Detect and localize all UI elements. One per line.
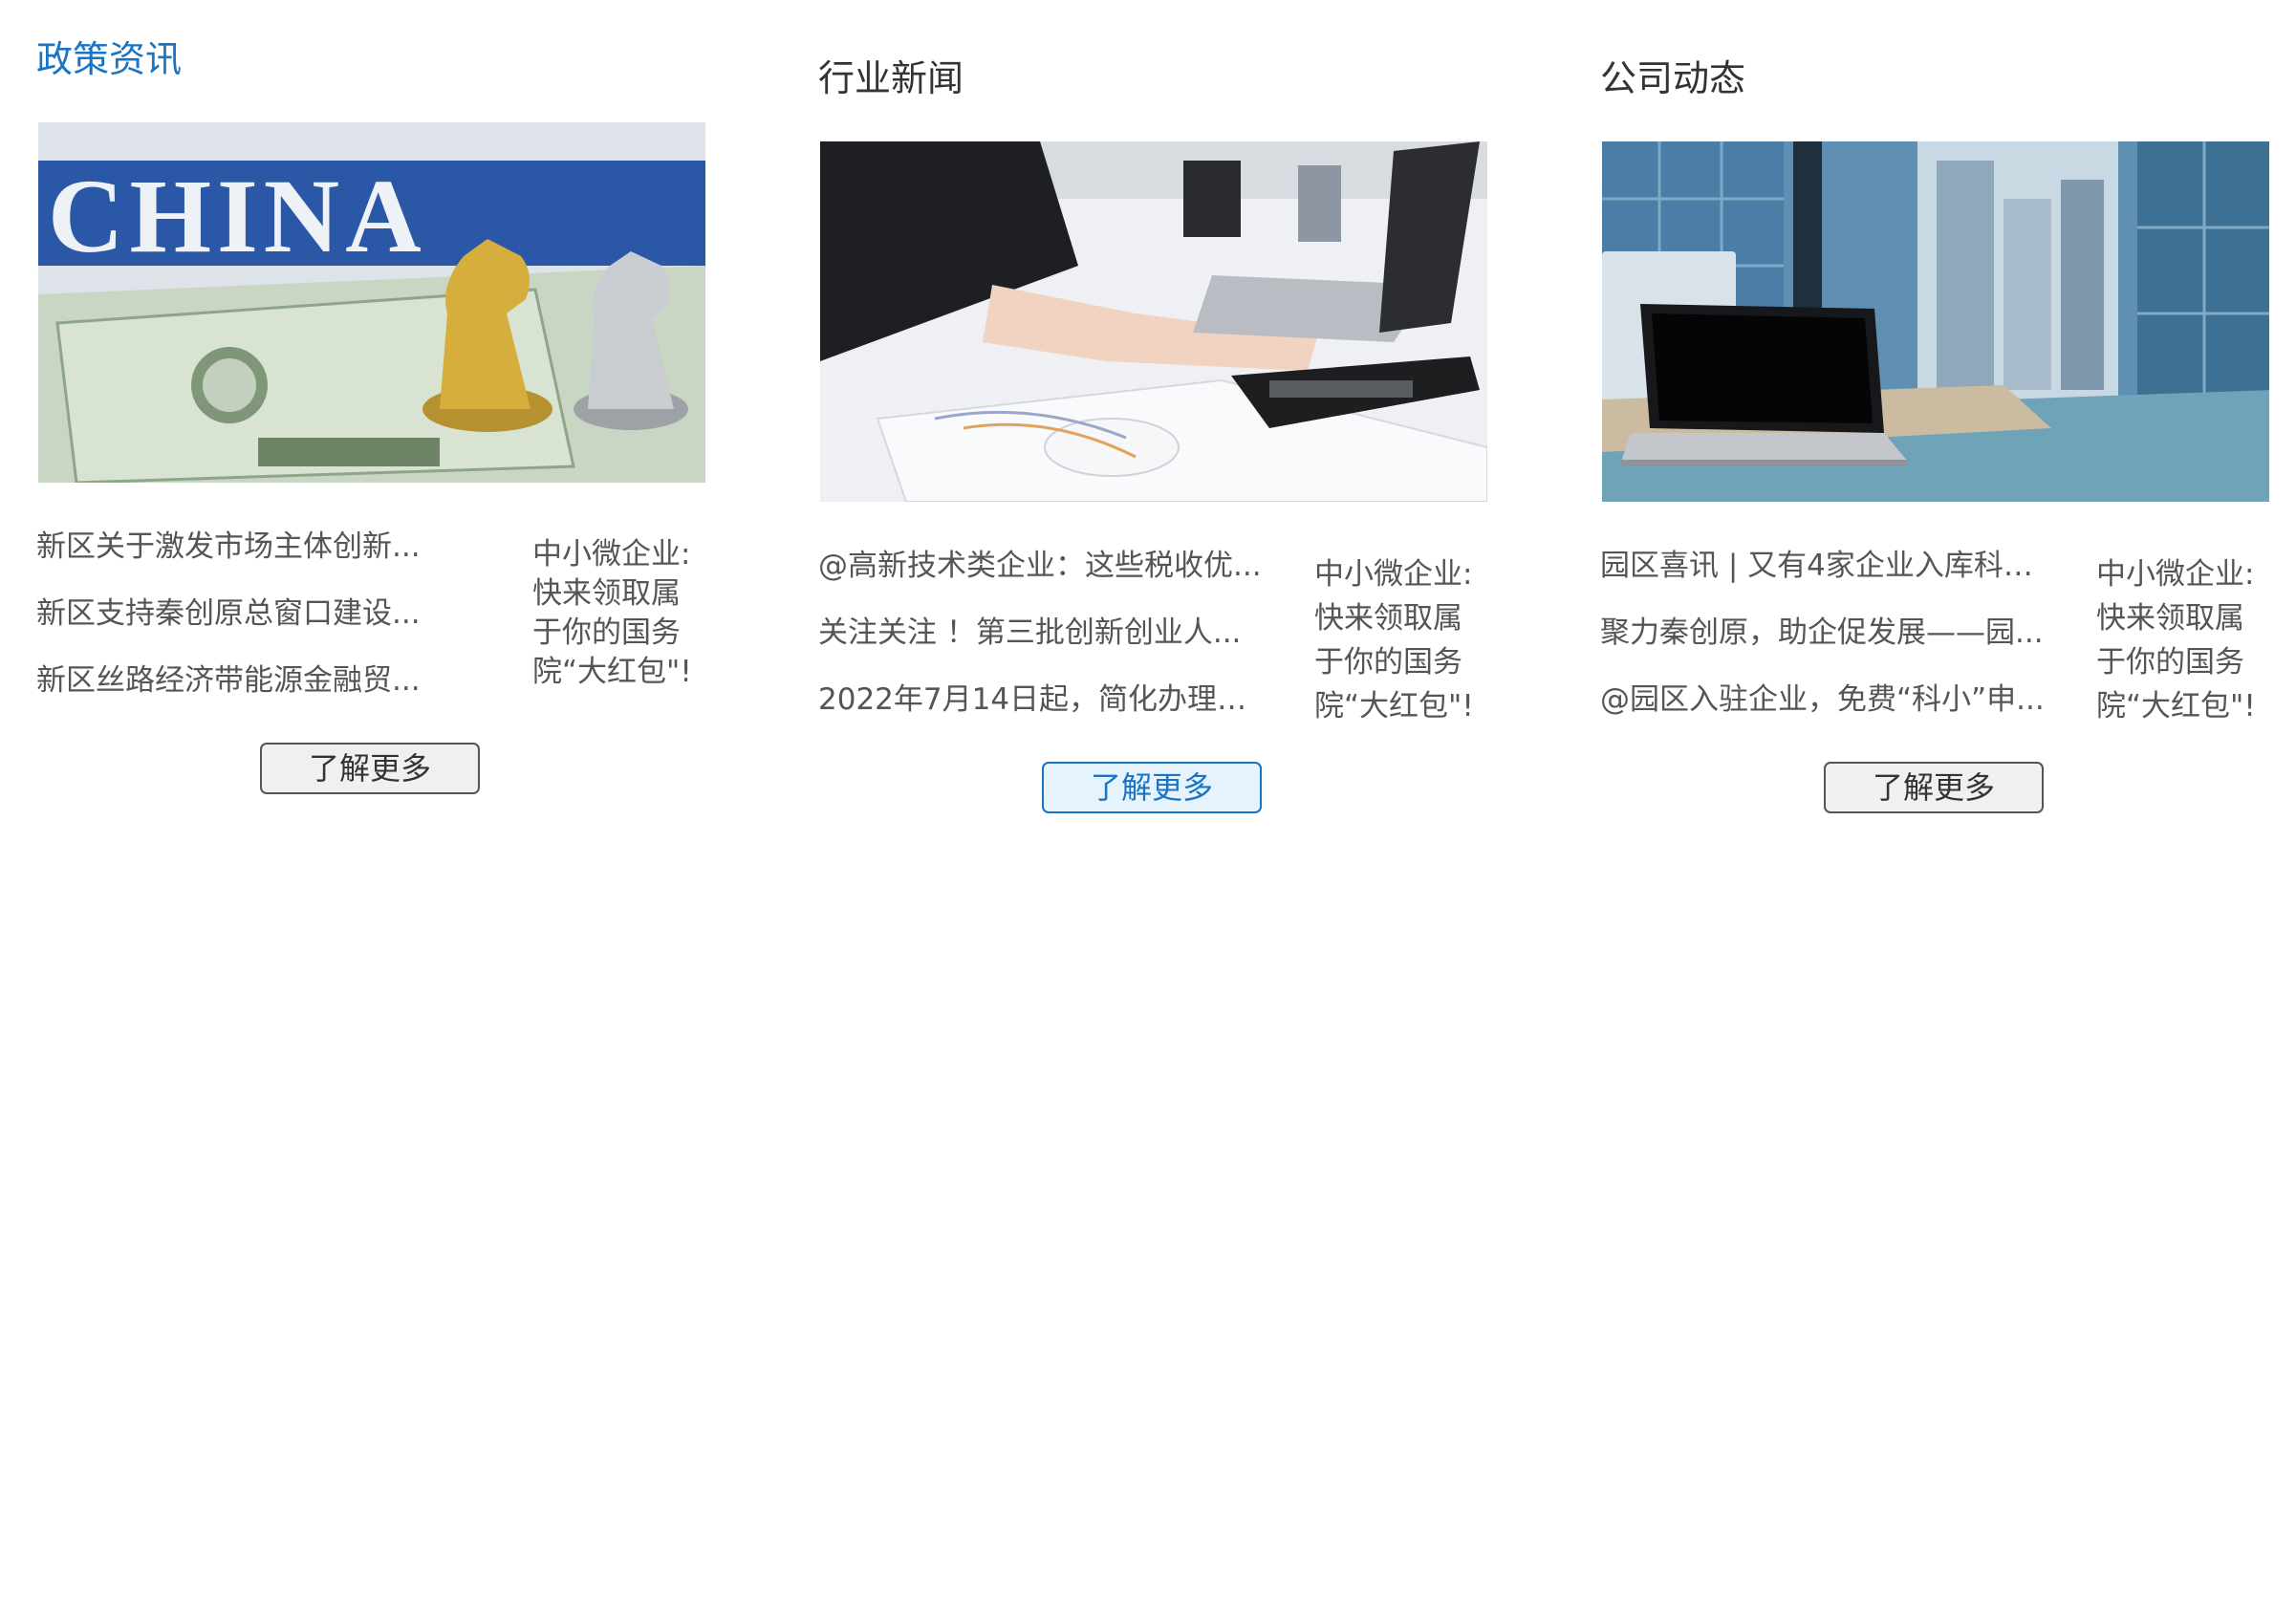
news-list: @高新技术类企业：这些税收优... 关注关注 ！第三批创新创业人... 2022…	[818, 543, 1267, 744]
news-item[interactable]: 新区关于激发市场主体创新...	[36, 524, 486, 591]
news-item[interactable]: @园区入驻企业，免费“科小”申...	[1600, 677, 2049, 744]
laptop-by-office-window-image[interactable]	[1602, 141, 2269, 502]
news-item[interactable]: @高新技术类企业：这些税收优...	[818, 543, 1267, 610]
news-item[interactable]: 聚力秦创原，助企促发展——园...	[1600, 610, 2049, 677]
featured-news-link[interactable]: 中小微企业:快来领取属于你的国务院“大红包"!	[2096, 552, 2268, 728]
featured-news-link[interactable]: 中小微企业:快来领取属于你的国务院“大红包"!	[1314, 552, 1486, 728]
news-item[interactable]: 园区喜讯 | 又有4家企业入库科技...	[1600, 543, 2049, 610]
column-title[interactable]: 政策资讯	[36, 35, 182, 83]
news-list: 园区喜讯 | 又有4家企业入库科技... 聚力秦创原，助企促发展——园... @…	[1600, 543, 2049, 744]
news-item[interactable]: 关注关注 ！第三批创新创业人...	[818, 610, 1267, 677]
chess-knights-on-dollar-bills-image[interactable]: CHINA	[38, 122, 705, 483]
learn-more-button[interactable]: 了解更多	[260, 743, 480, 794]
learn-more-button[interactable]: 了解更多	[1042, 762, 1262, 813]
calculator-laptop-desk-image[interactable]	[820, 141, 1487, 502]
featured-news-link[interactable]: 中小微企业:快来领取属于你的国务院“大红包"!	[532, 535, 704, 692]
news-item[interactable]: 新区丝路经济带能源金融贸...	[36, 658, 486, 724]
news-list: 新区关于激发市场主体创新... 新区支持秦创原总窗口建设... 新区丝路经济带能…	[36, 524, 486, 724]
svg-text:CHINA: CHINA	[48, 158, 427, 274]
column-title[interactable]: 行业新闻	[818, 54, 964, 102]
news-item[interactable]: 新区支持秦创原总窗口建设...	[36, 591, 486, 658]
news-item[interactable]: 2022年7月14日起，简化办理市...	[818, 677, 1267, 744]
column-title[interactable]: 公司动态	[1600, 54, 1745, 102]
learn-more-button[interactable]: 了解更多	[1824, 762, 2044, 813]
